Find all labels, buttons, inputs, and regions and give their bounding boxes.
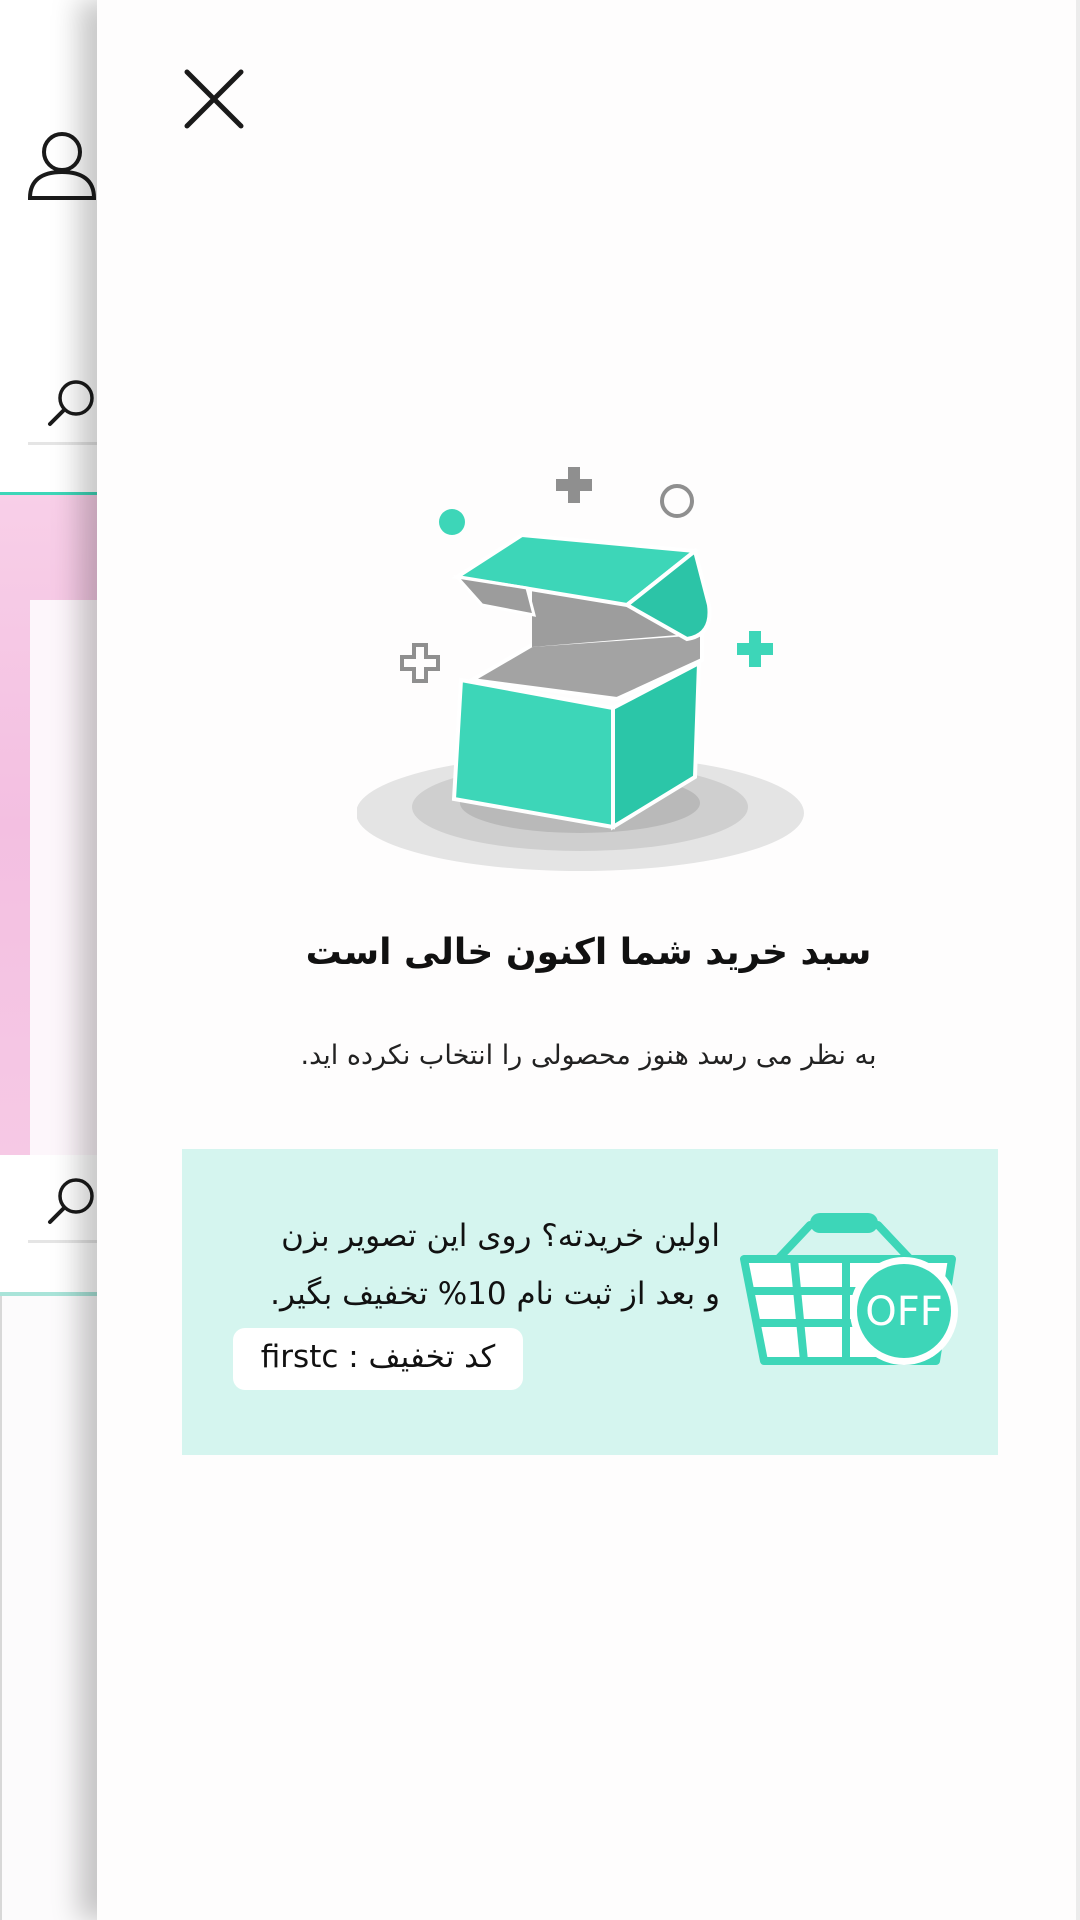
shopping-basket-off-icon: OFF [740, 1213, 958, 1365]
empty-cart-subtitle: به نظر می رسد هنوز محصولی را انتخاب نکرد… [300, 1040, 877, 1071]
empty-cart-title: سبد خرید شما اکنون خالی است [305, 932, 872, 973]
promo-line-2: و بعد از ثبت نام 10% تخفیف بگیر. [270, 1276, 720, 1312]
first-purchase-promo[interactable]: OFF اولین خریدته؟ روی این تصویر بزن و بع… [182, 1149, 998, 1455]
empty-box-illustration [357, 467, 804, 871]
cart-drawer: سبد خرید شما اکنون خالی است به نظر می رس… [97, 0, 1080, 1920]
search-icon[interactable] [44, 1174, 100, 1230]
user-icon[interactable] [26, 124, 106, 204]
promo-line-1: اولین خریدته؟ روی این تصویر بزن [281, 1218, 720, 1254]
promo-message: اولین خریدته؟ روی این تصویر بزن و بعد از… [212, 1207, 720, 1323]
discount-code-badge[interactable]: کد تخفیف : firstc [233, 1328, 523, 1390]
off-badge-text: OFF [865, 1289, 943, 1335]
close-icon[interactable] [177, 60, 257, 140]
product-card [0, 1296, 112, 1920]
search-icon[interactable] [44, 376, 100, 432]
